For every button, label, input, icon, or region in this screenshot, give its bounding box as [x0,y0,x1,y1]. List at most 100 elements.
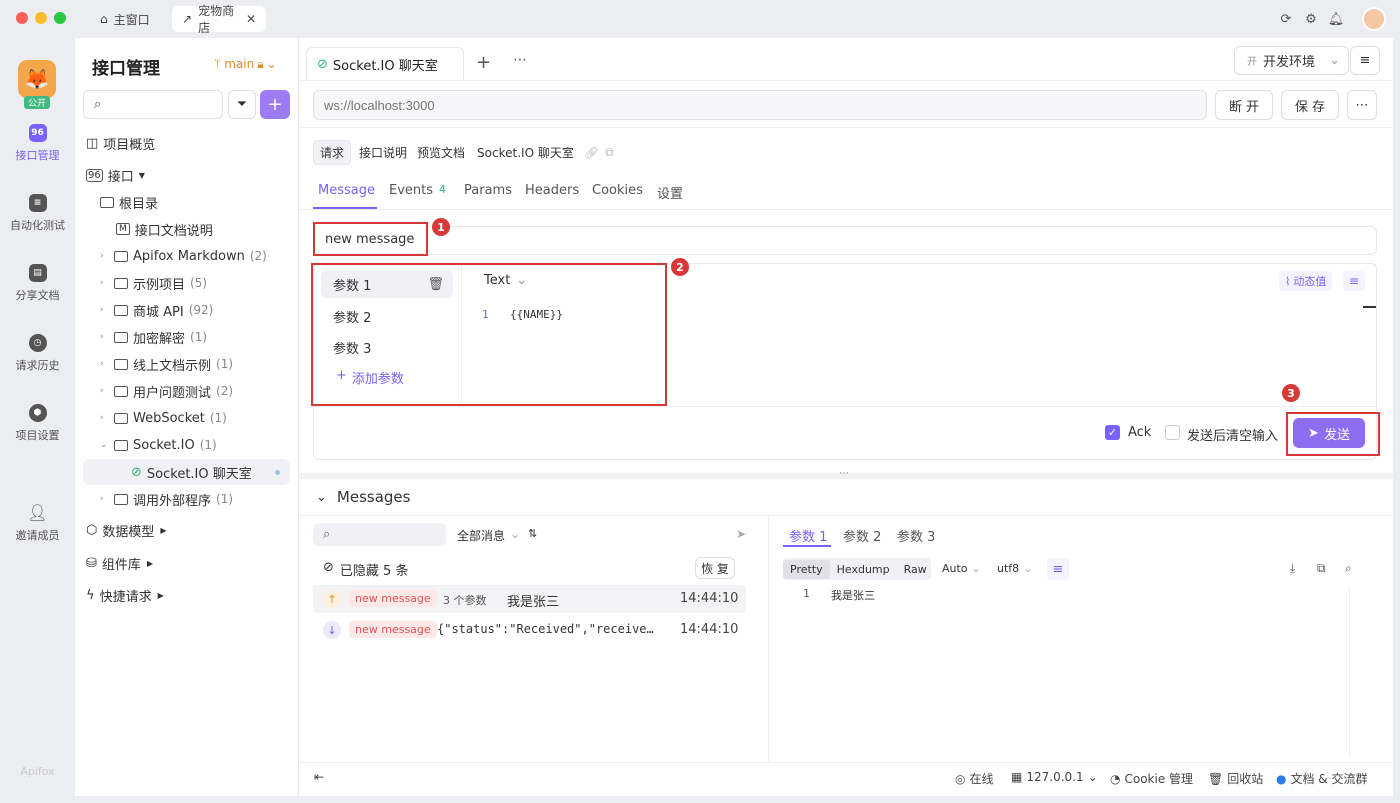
event-name-input[interactable]: new message [313,222,428,256]
sort-icon[interactable]: ⇅ [528,527,537,540]
ack-checkbox[interactable]: ✓ [1105,425,1120,440]
tree-item-overview[interactable]: ◫ 项目概览 [86,130,296,156]
more-tabs-button[interactable]: ⋯ [513,52,527,68]
add-button[interactable]: + [260,90,290,119]
event-name-field[interactable] [313,226,1377,255]
send-icon[interactable]: ➤ [736,527,746,541]
tree-folder[interactable]: › 调用外部程序 (1) [100,486,310,512]
tab-cookies[interactable]: Cookies [592,183,643,198]
messages-search-input[interactable]: ⌕ [313,523,446,546]
branch-selector[interactable]: ᛘ main 🔒︎ ⌄ [214,57,277,72]
dynamic-value-button[interactable]: ⌇ 动态值 [1279,271,1333,291]
tab-settings[interactable]: 设置 [657,183,683,202]
tab-main-window[interactable]: ⌂ 主窗口 [90,6,160,32]
minimize-window-button[interactable] [35,12,47,24]
status-docs[interactable]: ● 文档 & 交流群 [1276,770,1367,787]
tree-item-quick-request[interactable]: ϟ 快捷请求 ▶ [86,582,296,608]
environment-select[interactable]: 开开发环境 ⌄ [1234,46,1349,75]
menu-button[interactable]: ≡ [1350,46,1380,75]
status-online[interactable]: ◎ 在线 [955,770,994,787]
send-button[interactable]: ➤ 发送 [1293,418,1365,448]
tab-events[interactable]: Events 4 [389,183,446,198]
tab-message[interactable]: Message [318,183,375,198]
chip-preview-doc[interactable]: 预览文档 [415,141,467,164]
tree-item-components[interactable]: ⛁ 组件库 ▶ [86,550,296,576]
tree-folder[interactable]: › 用户问题测试 (2) [100,378,310,404]
status-trash[interactable]: 🗑︎ 回收站 [1208,770,1263,787]
maximize-window-button[interactable] [54,12,66,24]
project-logo[interactable]: 🦊 [18,60,56,98]
tree-folder[interactable]: › WebSocket (1) [100,405,310,431]
collapse-sidebar-icon[interactable]: ⇤ [314,770,324,784]
close-window-button[interactable] [16,12,28,24]
rail-share-docs[interactable]: ▤ 分享文档 [0,264,75,303]
divider [768,515,769,762]
detail-tab-param-1[interactable]: 参数 1 [789,526,827,545]
rail-project-settings[interactable]: ⬢ 项目设置 [0,404,75,443]
tree-folder[interactable]: ⌄ Socket.IO (1) [100,432,310,458]
tree-folder[interactable]: › 商城 API (92) [100,297,310,323]
tab-headers[interactable]: Headers [525,183,579,198]
more-button[interactable]: ⋯ [1347,90,1377,120]
view-hexdump[interactable]: Hexdump [830,560,897,579]
tree-folder[interactable]: › 加密解密 (1) [100,324,310,350]
detail-tab-param-3[interactable]: 参数 3 [897,526,935,545]
search-icon[interactable]: ⌕ [1345,561,1352,576]
download-icon[interactable]: ⤓ [1290,561,1295,576]
scrollbar[interactable] [1349,588,1350,758]
tree-folder[interactable]: › Apifox Markdown (2) [100,243,310,269]
tree-folder[interactable]: › 示例项目 (5) [100,270,310,296]
tree-item-doc[interactable]: M 接口文档说明 [116,216,326,242]
tab-pet-store[interactable]: ↗ 宠物商店 ✕ [172,4,266,35]
chip-request[interactable]: 请求 [313,140,352,165]
save-button[interactable]: 保 存 [1281,90,1339,120]
clear-after-send-label: 发送后清空输入 [1187,429,1279,444]
bell-icon[interactable]: 🔔︎ [1327,10,1345,28]
request-tab[interactable]: ⊘ Socket.IO 聊天室 [306,47,464,80]
status-ip[interactable]: ▦ 127.0.0.1 ⌄ [1011,770,1098,784]
avatar[interactable] [1362,7,1386,31]
message-filter-select[interactable]: 全部消息 ⌄ [457,527,520,544]
rail-automation-test[interactable]: ≡ 自动化测试 [0,194,75,233]
tree-item-data-model[interactable]: ⬡ 数据模型 ▶ [86,517,296,543]
status-cookie[interactable]: ◔ Cookie 管理 [1110,770,1193,787]
magic-wand-icon: ⌇ [1285,274,1291,288]
folder-icon [114,439,128,451]
new-tab-button[interactable]: + [476,52,491,73]
close-tab-icon[interactable]: ✕ [246,12,256,26]
filter-button[interactable]: ⏷ [228,90,256,119]
tree-item-api[interactable]: 96 接口 ▼ [86,162,296,188]
copy-icon[interactable]: ⧉ [605,145,614,160]
view-raw[interactable]: Raw [897,560,934,579]
refresh-icon[interactable]: ⟳ [1277,10,1295,28]
drag-dots-icon[interactable]: ⋯ [839,468,849,479]
rail-invite-member[interactable]: 👤︎ 邀请成员 [0,503,75,543]
encoding-select[interactable]: utf8 ⌄ [997,562,1032,575]
restore-button[interactable]: 恢 复 [695,557,735,579]
url-input[interactable] [313,90,1207,120]
search-input[interactable]: ⌕ [83,90,223,119]
scrollbar[interactable] [1363,306,1376,308]
messages-header[interactable]: ⌄ Messages [316,488,410,506]
disconnect-button[interactable]: 断 开 [1215,90,1273,120]
eye-off-icon: ⊘ [323,560,334,575]
clear-after-send-checkbox[interactable] [1165,425,1180,440]
wrap-icon[interactable]: ≡ [1047,558,1069,580]
copy-icon[interactable]: ⧉ [1317,561,1326,576]
auto-select[interactable]: Auto ⌄ [942,562,981,575]
bolt-icon: ϟ [86,587,95,603]
wrap-icon[interactable]: ≡ [1343,271,1365,291]
rail-history[interactable]: ◷ 请求历史 [0,334,75,373]
detail-tab-param-2[interactable]: 参数 2 [843,526,881,545]
link-icon[interactable]: 🔗︎ [584,146,599,160]
tree-folder[interactable]: › 线上文档示例 (1) [100,351,310,377]
message-text[interactable]: {"status":"Received","receive… [437,622,674,636]
view-pretty[interactable]: Pretty [783,559,830,579]
gear-icon[interactable]: ⚙ [1302,10,1320,28]
rail-api-management[interactable]: 96 接口管理 [0,124,75,163]
chevron-right-icon: › [100,251,104,261]
chip-api-desc[interactable]: 接口说明 [357,141,409,164]
tree-item-socketio-chatroom[interactable]: ⊘ Socket.IO 聊天室 [83,459,290,485]
tab-params[interactable]: Params [464,183,512,198]
tree-item-root[interactable]: 根目录 [100,189,310,215]
